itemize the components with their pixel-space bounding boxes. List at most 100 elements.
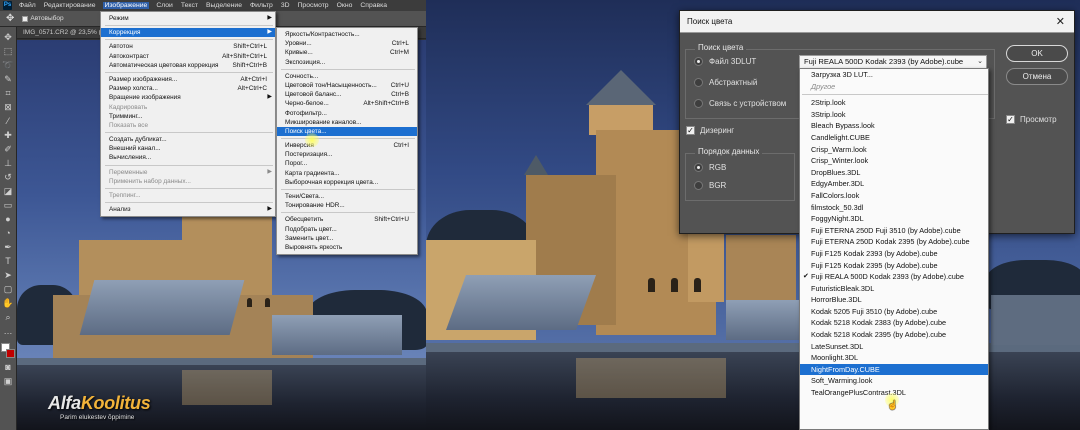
menu-item[interactable]: Выровнять яркость xyxy=(277,243,417,252)
menu-item[interactable]: Поиск цвета... xyxy=(277,126,417,137)
screen-mode-icon[interactable]: ▣ xyxy=(2,375,14,387)
lut-list-item[interactable]: 3Strip.look xyxy=(800,109,988,121)
dither-checkbox[interactable]: ✓ Дизеринг xyxy=(686,126,734,135)
menu-item[interactable]: Тримминг... xyxy=(101,112,275,121)
gradient-tool-icon[interactable]: ▭ xyxy=(2,199,14,211)
radio-abstract[interactable]: Абстрактный xyxy=(694,78,757,87)
lut-list-item[interactable]: NightFromDay.CUBE xyxy=(800,363,988,376)
menu-item[interactable]: Экспозиция... xyxy=(277,58,417,67)
lut-list-item[interactable]: Загрузка 3D LUT... xyxy=(800,69,988,81)
rectangle-tool-icon[interactable]: ▢ xyxy=(2,283,14,295)
menu-item[interactable]: Заменить цвет... xyxy=(277,234,417,243)
lut-list-item[interactable]: Kodak 5218 Kodak 2395 (by Adobe).cube xyxy=(800,329,988,341)
lut-list-item[interactable]: Fuji F125 Kodak 2393 (by Adobe).cube xyxy=(800,248,988,260)
lut-list-item[interactable]: Candlelight.CUBE xyxy=(800,132,988,144)
menu-item[interactable]: Черно-белое... Alt+Shift+Ctrl+B xyxy=(277,99,417,108)
cancel-button[interactable]: Отмена xyxy=(1006,68,1068,85)
menubar-item[interactable]: Текст xyxy=(180,2,199,9)
marquee-tool-icon[interactable]: ⬚ xyxy=(2,45,14,57)
lut-list-item[interactable]: Soft_Warming.look xyxy=(800,375,988,387)
lut-list-item[interactable]: HorrorBlue.3DL xyxy=(800,294,988,306)
lut-list-item[interactable]: Fuji ETERNA 250D Kodak 2395 (by Adobe).c… xyxy=(800,236,988,248)
preview-checkbox[interactable]: ✓ Просмотр xyxy=(1006,115,1057,124)
pen-tool-icon[interactable]: ✒ xyxy=(2,241,14,253)
menubar-item[interactable]: Окно xyxy=(336,2,354,9)
lut-list-item[interactable]: Kodak 5205 Fuji 3510 (by Adobe).cube xyxy=(800,306,988,318)
hand-tool-icon[interactable]: ✋ xyxy=(2,297,14,309)
radio-rgb[interactable]: RGB xyxy=(694,163,726,172)
menu-item[interactable]: Инверсия Ctrl+I xyxy=(277,141,417,150)
move-tool-icon[interactable]: ✥ xyxy=(2,31,14,43)
menubar-item[interactable]: Слои xyxy=(155,2,174,9)
menu-item[interactable]: Кадрировать xyxy=(101,103,275,112)
menu-item[interactable]: Вычисления... xyxy=(101,153,275,162)
healing-brush-tool-icon[interactable]: ✚ xyxy=(2,129,14,141)
lut-list-item[interactable]: Fuji ETERNA 250D Fuji 3510 (by Adobe).cu… xyxy=(800,225,988,237)
eraser-tool-icon[interactable]: ◪ xyxy=(2,185,14,197)
menu-item[interactable]: Кривые... Ctrl+M xyxy=(277,48,417,57)
menu-item[interactable]: Фотофильтр... xyxy=(277,109,417,118)
lut-list-item[interactable]: FoggyNight.3DL xyxy=(800,213,988,225)
type-tool-icon[interactable]: T xyxy=(2,255,14,267)
lut-list-item[interactable]: 2Strip.look xyxy=(800,97,988,109)
radio-device-link[interactable]: Связь с устройством xyxy=(694,99,786,108)
menu-item[interactable]: Режим ▶ xyxy=(101,14,275,23)
history-brush-tool-icon[interactable]: ↺ xyxy=(2,171,14,183)
move-tool-icon[interactable]: ✥ xyxy=(6,13,14,24)
dither-checkbox-box[interactable]: ✓ xyxy=(686,126,695,135)
menu-item[interactable]: Размер изображения... Alt+Ctrl+I xyxy=(101,75,275,84)
brush-tool-icon[interactable]: ✐ xyxy=(2,143,14,155)
eyedropper-tool-icon[interactable]: ⁄ xyxy=(2,115,14,127)
radio-abstract-dot[interactable] xyxy=(694,78,703,87)
quick-select-tool-icon[interactable]: ✎ xyxy=(2,73,14,85)
menubar-item[interactable]: Файл xyxy=(18,2,37,9)
dodge-tool-icon[interactable]: ◔ xyxy=(2,227,14,239)
clone-stamp-tool-icon[interactable]: ⊥ xyxy=(2,157,14,169)
lut-list-item[interactable]: Moonlight.3DL xyxy=(800,352,988,364)
frame-tool-icon[interactable]: ⊠ xyxy=(2,101,14,113)
menu-item[interactable]: Цветовой тон/Насыщенность... Ctrl+U xyxy=(277,81,417,90)
menubar-item[interactable]: Редактирование xyxy=(43,2,97,9)
menubar-item[interactable]: 3D xyxy=(280,2,291,9)
lut-file-dropdown[interactable]: Fuji REALA 500D Kodak 2393 (by Adobe).cu… xyxy=(799,55,987,69)
menu-item[interactable]: Карта градиента... xyxy=(277,169,417,178)
lut-list-item[interactable]: filmstock_50.3dl xyxy=(800,202,988,214)
radio-3dlut-dot[interactable] xyxy=(694,57,703,66)
lut-list-item[interactable]: Fuji F125 Kodak 2395 (by Adobe).cube xyxy=(800,260,988,272)
lut-list-item[interactable]: DropBlues.3DL xyxy=(800,167,988,179)
preview-checkbox-box[interactable]: ✓ xyxy=(1006,115,1015,124)
path-selection-tool-icon[interactable]: ➤ xyxy=(2,269,14,281)
checkbox-box[interactable] xyxy=(22,15,29,22)
menubar-item[interactable]: Фильтр xyxy=(249,2,274,9)
lut-list-item[interactable]: Crisp_Winter.look xyxy=(800,155,988,167)
lut-list-item[interactable]: EdgyAmber.3DL xyxy=(800,178,988,190)
lut-list-item[interactable]: FuturisticBleak.3DL xyxy=(800,283,988,295)
menu-item[interactable]: Автоматическая цветовая коррекция Shift+C… xyxy=(101,61,275,70)
menu-item[interactable]: Анализ ▶ xyxy=(101,205,275,214)
menu-item[interactable]: Переменные ▶ xyxy=(101,168,275,177)
menu-item[interactable]: Подобрать цвет... xyxy=(277,225,417,234)
autoselect-checkbox[interactable]: Автовыбор xyxy=(22,15,64,22)
radio-bgr[interactable]: BGR xyxy=(694,181,726,190)
menu-item[interactable]: Порог... xyxy=(277,159,417,168)
lut-list-item[interactable]: FallColors.look xyxy=(800,190,988,202)
quick-mask-icon[interactable]: ◙ xyxy=(2,361,14,373)
close-icon[interactable]: ✕ xyxy=(1056,11,1065,33)
menu-item[interactable]: Внешний канал... xyxy=(101,144,275,153)
menu-item[interactable]: Обесцветить Shift+Ctrl+U xyxy=(277,215,417,224)
menu-item[interactable]: Цветовой баланс... Ctrl+B xyxy=(277,90,417,99)
menu-item[interactable]: Постеризация... xyxy=(277,150,417,159)
menubar-item[interactable]: Справка xyxy=(359,2,388,9)
menu-item[interactable]: Автоконтраст Alt+Shift+Ctrl+L xyxy=(101,52,275,61)
menu-item[interactable]: Треппинг... xyxy=(101,191,275,200)
blur-tool-icon[interactable]: ● xyxy=(2,213,14,225)
menu-item[interactable]: Вращение изображения ▶ xyxy=(101,93,275,102)
menu-item[interactable]: Тонирование HDR... xyxy=(277,201,417,210)
lut-list-item[interactable]: Kodak 5218 Kodak 2383 (by Adobe).cube xyxy=(800,317,988,329)
radio-bgr-dot[interactable] xyxy=(694,181,703,190)
lut-list-item[interactable]: Bleach Bypass.look xyxy=(800,120,988,132)
menu-item[interactable]: Коррекция ▶ xyxy=(101,28,275,38)
menu-item[interactable]: Сочность... xyxy=(277,72,417,81)
radio-device-link-dot[interactable] xyxy=(694,99,703,108)
menu-item[interactable]: Автотон Shift+Ctrl+L xyxy=(101,42,275,51)
